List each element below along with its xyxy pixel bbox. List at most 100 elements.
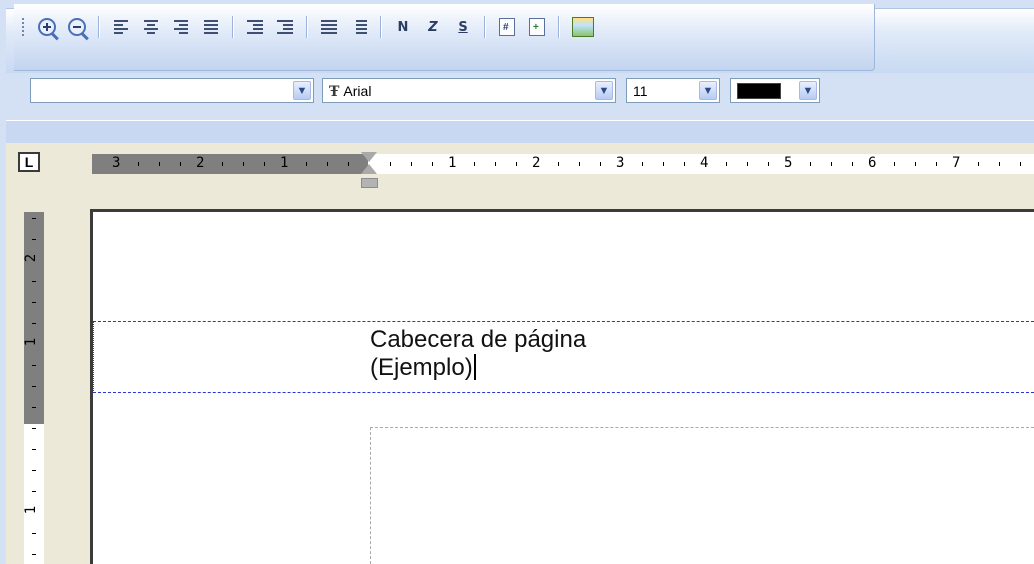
- increase-indent-icon: [277, 20, 293, 34]
- italic-button[interactable]: Z: [420, 14, 446, 40]
- align-left-icon: [114, 20, 128, 34]
- ruler-tick: [558, 162, 559, 166]
- align-justify-button[interactable]: [198, 14, 224, 40]
- decrease-indent-button[interactable]: [242, 14, 268, 40]
- toolbar-bottom-band: [6, 120, 1034, 144]
- ruler-number: 1: [23, 337, 40, 347]
- ruler-tick: [32, 218, 36, 219]
- document-page[interactable]: Cabecera de página (Ejemplo): [93, 212, 1034, 564]
- ruler-tick: [32, 281, 36, 282]
- toolbar-separator: [380, 16, 381, 38]
- strikethrough-button[interactable]: S: [450, 14, 476, 40]
- ruler-tick: [222, 162, 223, 166]
- ruler-number: 2: [532, 155, 541, 171]
- font-select[interactable]: Ŧ Arial ▼: [322, 78, 616, 103]
- ruler-tick: [327, 162, 328, 166]
- ruler-tick: [32, 491, 36, 492]
- page-number-icon: #: [499, 18, 515, 36]
- align-left-button[interactable]: [108, 14, 134, 40]
- ruler-tick: [768, 162, 769, 166]
- ruler-tick: [411, 162, 412, 166]
- ruler-number: 4: [700, 155, 709, 171]
- insert-field-button[interactable]: +: [524, 14, 550, 40]
- zoom-in-icon: [38, 18, 56, 36]
- ruler-tick: [306, 162, 307, 166]
- zoom-in-button[interactable]: [34, 14, 60, 40]
- ruler-tick: [894, 162, 895, 166]
- align-center-icon: [144, 20, 158, 34]
- style-select[interactable]: ▼: [30, 78, 314, 103]
- page-body-region[interactable]: [370, 427, 1034, 564]
- ruler-margin-area: [24, 212, 44, 424]
- ruler-tick: [32, 386, 36, 387]
- ruler-tick: [32, 449, 36, 450]
- ruler-tick: [663, 162, 664, 166]
- ruler-tick: [180, 162, 181, 166]
- font-size-value: 11: [633, 83, 648, 99]
- ruler-tick: [747, 162, 748, 166]
- ruler-tick: [32, 407, 36, 408]
- ruler-tick: [579, 162, 580, 166]
- font-size-select[interactable]: 11 ▼: [626, 78, 720, 103]
- ruler-tick: [1020, 162, 1021, 166]
- hanging-indent-marker[interactable]: [361, 164, 377, 174]
- ruler-tick: [915, 162, 916, 166]
- font-name: Arial: [343, 83, 372, 99]
- insert-image-icon: [572, 17, 594, 37]
- ruler-tick: [390, 162, 391, 166]
- insert-image-button[interactable]: [570, 14, 596, 40]
- bullet-list-button[interactable]: [316, 14, 342, 40]
- ruler-tick: [159, 162, 160, 166]
- ruler-tick: [32, 302, 36, 303]
- tab-stop-selector[interactable]: L: [18, 152, 40, 172]
- bullet-list-icon: [321, 20, 337, 34]
- page-header-region[interactable]: Cabecera de página (Ejemplo): [93, 321, 1034, 393]
- ruler-tick: [600, 162, 601, 166]
- first-line-indent-marker[interactable]: [361, 152, 377, 162]
- page-number-button[interactable]: #: [494, 14, 520, 40]
- toolbar-separator: [232, 16, 233, 38]
- header-text[interactable]: Cabecera de página (Ejemplo): [370, 326, 586, 382]
- ruler-tick: [264, 162, 265, 166]
- font-select-value: Ŧ Arial: [329, 83, 371, 100]
- bold-button[interactable]: N: [390, 14, 416, 40]
- strikethrough-icon: S: [458, 19, 468, 35]
- ruler-number: 1: [280, 155, 289, 171]
- italic-icon: Z: [428, 19, 438, 35]
- ruler-number: 1: [448, 155, 457, 171]
- left-indent-marker[interactable]: [361, 178, 378, 188]
- toolbar-separator: [558, 16, 559, 38]
- chevron-down-icon[interactable]: ▼: [699, 81, 717, 100]
- vertical-ruler[interactable]: 2 1 1: [23, 212, 44, 564]
- numbered-list-button[interactable]: [346, 14, 372, 40]
- toolbar-separator: [98, 16, 99, 38]
- insert-field-icon: +: [529, 18, 545, 36]
- formatting-toolbar: N Z S # +: [14, 4, 875, 71]
- ruler-tick: [726, 162, 727, 166]
- chevron-down-icon[interactable]: ▼: [595, 81, 613, 100]
- toolbar-separator: [306, 16, 307, 38]
- align-right-button[interactable]: [168, 14, 194, 40]
- ruler-tick: [32, 470, 36, 471]
- ruler-number: 5: [784, 155, 793, 171]
- report-editor-window: N Z S # + ▼ Ŧ Arial ▼ 11 ▼ ▼ L 3 2 1 1 2…: [0, 0, 1034, 564]
- ruler-number: 2: [196, 155, 205, 171]
- font-color-select[interactable]: ▼: [730, 78, 820, 103]
- horizontal-ruler[interactable]: 32112345678: [92, 152, 1034, 188]
- ruler-tick: [642, 162, 643, 166]
- ruler-number: 3: [112, 155, 121, 171]
- ruler-tick: [432, 162, 433, 166]
- ruler-number: 7: [952, 155, 961, 171]
- zoom-out-icon: [68, 18, 86, 36]
- increase-indent-button[interactable]: [272, 14, 298, 40]
- toolbar-grip[interactable]: [22, 18, 24, 38]
- ruler-tick: [348, 162, 349, 166]
- chevron-down-icon[interactable]: ▼: [293, 81, 311, 100]
- ruler-tick: [684, 162, 685, 166]
- chevron-down-icon[interactable]: ▼: [799, 81, 817, 100]
- ruler-tick: [32, 554, 36, 555]
- ruler-tick: [516, 162, 517, 166]
- ruler-tick: [852, 162, 853, 166]
- align-center-button[interactable]: [138, 14, 164, 40]
- zoom-out-button[interactable]: [64, 14, 90, 40]
